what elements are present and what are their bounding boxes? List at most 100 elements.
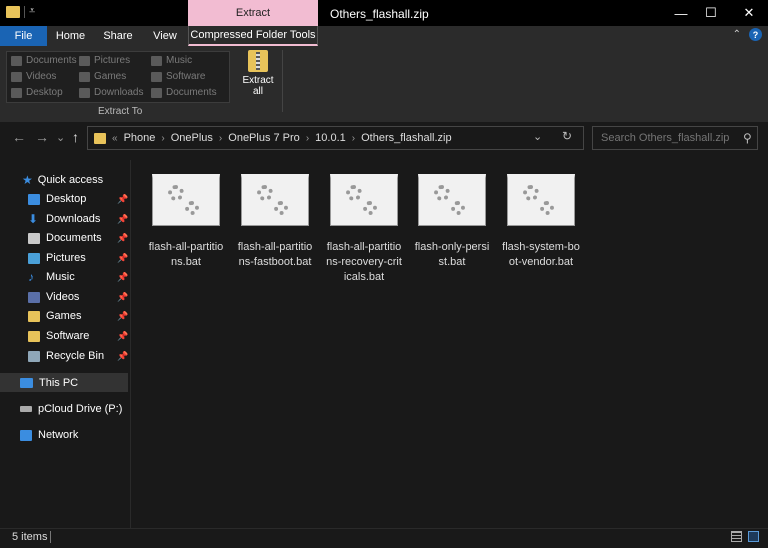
destination-videos[interactable]: Videos (11, 71, 56, 82)
divider (282, 50, 283, 112)
breadcrumb-item[interactable]: Others_flashall.zip (361, 132, 452, 144)
sidebar-item-downloads[interactable]: ⬇ Downloads (28, 210, 100, 228)
desktop-icon (28, 193, 40, 205)
file-name: flash-all-partitions.bat (148, 241, 224, 268)
collapse-ribbon-icon[interactable]: ⌃ (733, 29, 741, 40)
destination-desktop[interactable]: Desktop (11, 87, 63, 98)
pin-icon[interactable]: 📌 (117, 272, 128, 283)
file-item[interactable]: flash-system-boot-vendor.bat (502, 174, 580, 270)
pin-icon[interactable]: 📌 (117, 233, 128, 244)
sidebar-item-software[interactable]: Software (28, 327, 89, 345)
recent-locations-button[interactable]: ⌄ (56, 131, 65, 144)
chevron-right-icon[interactable]: › (219, 133, 222, 144)
videos-icon (28, 291, 40, 303)
sidebar-item-desktop[interactable]: Desktop (28, 190, 86, 208)
address-bar[interactable]: « Phone › OnePlus › OnePlus 7 Pro › 10.0… (87, 126, 584, 150)
details-view-icon[interactable] (731, 531, 742, 542)
sidebar-item-network[interactable]: Network (20, 426, 78, 444)
breadcrumb-item[interactable]: OnePlus 7 Pro (228, 132, 300, 144)
pin-icon[interactable]: 📌 (117, 351, 128, 362)
tab-home[interactable]: Home (47, 26, 94, 46)
destination-documents-2[interactable]: Documents (151, 87, 217, 98)
chevron-right-icon[interactable]: › (352, 133, 355, 144)
file-item[interactable]: flash-only-persist.bat (413, 174, 491, 270)
sidebar-item-this-pc[interactable]: This PC (20, 374, 78, 392)
refresh-icon[interactable]: ↻ (562, 129, 572, 143)
divider (24, 5, 25, 18)
breadcrumb-overflow[interactable]: « (112, 133, 118, 144)
up-button[interactable]: ↑ (72, 129, 79, 145)
breadcrumb-item[interactable]: OnePlus (171, 132, 213, 144)
back-button[interactable]: ← (12, 129, 26, 145)
pin-icon[interactable]: 📌 (117, 292, 128, 303)
tab-view[interactable]: View (142, 26, 188, 46)
forward-button[interactable]: → (35, 129, 49, 145)
destination-software[interactable]: Software (151, 71, 205, 82)
sidebar-item-pictures[interactable]: Pictures (28, 249, 86, 267)
extract-to-gallery[interactable]: Documents Pictures Music Videos Games So… (6, 51, 230, 103)
destination-downloads[interactable]: Downloads (79, 87, 143, 98)
extract-all-button[interactable]: Extract all (240, 50, 276, 106)
destination-documents[interactable]: Documents (11, 55, 77, 66)
large-icons-view-icon[interactable] (748, 531, 759, 542)
divider (50, 531, 51, 543)
breadcrumb-item[interactable]: 10.0.1 (315, 132, 346, 144)
folder-icon (28, 310, 40, 322)
destination-music[interactable]: Music (151, 55, 192, 66)
destination-games[interactable]: Games (79, 71, 126, 82)
downloads-icon: ⬇ (28, 212, 39, 226)
chevron-right-icon[interactable]: › (306, 133, 309, 144)
documents-icon (151, 87, 162, 98)
file-item[interactable]: flash-all-partitions.bat (147, 174, 225, 270)
chevron-down-icon[interactable]: ⌄ (533, 130, 542, 143)
chevron-right-icon[interactable]: › (161, 133, 164, 144)
folder-icon (79, 71, 90, 82)
help-icon[interactable]: ? (749, 28, 762, 41)
search-box[interactable]: ⚲ (592, 126, 758, 150)
tab-compressed-folder-tools[interactable]: Compressed Folder Tools (188, 26, 318, 46)
maximize-button[interactable]: ☐ (694, 0, 728, 26)
extract-to-group-label: Extract To (98, 106, 143, 117)
customize-toolbar-icon[interactable]: ⩡ (29, 5, 35, 18)
computer-icon (20, 378, 33, 388)
batch-file-icon (152, 174, 220, 226)
music-icon (151, 55, 162, 66)
search-input[interactable] (599, 131, 743, 145)
tab-share[interactable]: Share (94, 26, 142, 46)
pin-icon[interactable]: 📌 (117, 311, 128, 322)
file-name: flash-all-partitions-fastboot.bat (237, 241, 313, 268)
extract-all-label: Extract all (242, 75, 274, 97)
folder-icon (151, 71, 162, 82)
batch-file-icon (241, 174, 309, 226)
sidebar-item-documents[interactable]: Documents (28, 229, 102, 247)
folder-icon[interactable] (6, 5, 20, 18)
videos-icon (11, 71, 22, 82)
sidebar-item-pcloud[interactable]: pCloud Drive (P:) (20, 400, 122, 418)
ribbon-controls: ⌃ ? (733, 28, 762, 41)
zip-folder-icon (94, 132, 106, 144)
pin-icon[interactable]: 📌 (117, 214, 128, 225)
sidebar-item-recycle-bin[interactable]: Recycle Bin (28, 347, 104, 365)
zip-folder-icon (248, 50, 268, 72)
pin-icon[interactable]: 📌 (117, 253, 128, 264)
music-icon: ♪ (28, 270, 34, 284)
pin-icon[interactable]: 📌 (117, 331, 128, 342)
breadcrumb-item[interactable]: Phone (124, 132, 156, 144)
pin-icon[interactable]: 📌 (117, 194, 128, 205)
window-title: Others_flashall.zip (330, 7, 429, 21)
batch-file-icon (418, 174, 486, 226)
file-item[interactable]: flash-all-partitions-fastboot.bat (236, 174, 314, 270)
search-icon[interactable]: ⚲ (743, 131, 752, 145)
minimize-button[interactable]: — (664, 0, 698, 26)
context-tab-header: Extract (188, 0, 318, 26)
sidebar-item-quick-access[interactable]: ★ Quick access (22, 171, 103, 189)
sidebar-item-games[interactable]: Games (28, 307, 81, 325)
close-button[interactable]: ✕ (732, 0, 766, 26)
pictures-icon (28, 252, 40, 264)
downloads-icon (79, 87, 90, 98)
sidebar-item-videos[interactable]: Videos (28, 288, 79, 306)
tab-file[interactable]: File (0, 26, 47, 46)
destination-pictures[interactable]: Pictures (79, 55, 130, 66)
file-item[interactable]: flash-all-partitions-recovery-criticals.… (325, 174, 403, 285)
sidebar-item-music[interactable]: ♪ Music (28, 268, 75, 286)
